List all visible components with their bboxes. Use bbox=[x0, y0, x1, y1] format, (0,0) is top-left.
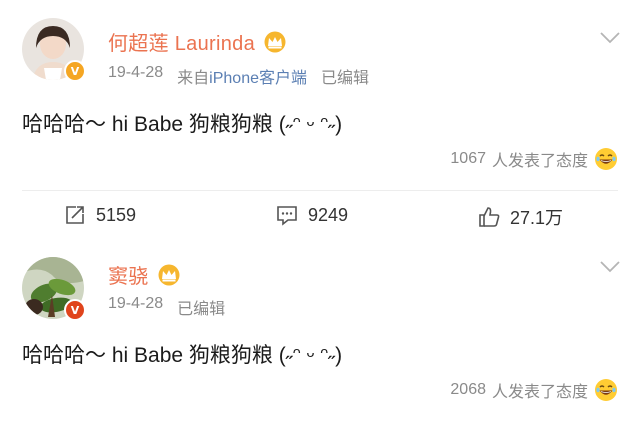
comment-count: 9249 bbox=[308, 204, 349, 225]
reaction-text: 人发表了态度 bbox=[491, 384, 588, 401]
crown-icon bbox=[264, 31, 286, 52]
user-name-row: 窦骁 bbox=[108, 260, 181, 289]
source-client-link[interactable]: iPhone客户端 bbox=[209, 70, 307, 87]
post-date: 19-4-28 bbox=[108, 295, 164, 312]
comment-button[interactable]: 9249 bbox=[276, 204, 348, 226]
post-source: 来自iPhone客户端 bbox=[177, 64, 307, 88]
weibo-post: V 何超莲 Laurinda 19-4-28 来自iPhone客户端 已编辑 哈… bbox=[0, 0, 640, 245]
comment-icon bbox=[277, 206, 297, 226]
username-link[interactable]: 窦骁 bbox=[108, 260, 149, 289]
reaction-summary[interactable]: 1067 人发表了态度 bbox=[450, 147, 618, 171]
reaction-text: 人发表了态度 bbox=[491, 153, 588, 170]
weibo-post: V 窦骁 19-4-28 已编辑 哈哈哈～ hi Babe 狗粮狗粮 (˶ᵔ ᵕ… bbox=[0, 245, 640, 423]
divider bbox=[22, 190, 618, 191]
repost-count: 5159 bbox=[96, 204, 137, 225]
laugh-emoji-icon bbox=[595, 379, 617, 401]
crown-icon bbox=[158, 264, 180, 285]
edited-label[interactable]: 已编辑 bbox=[177, 295, 225, 319]
post-meta: 19-4-28 已编辑 bbox=[108, 295, 225, 319]
reaction-count: 2068 bbox=[450, 381, 486, 398]
post-meta: 19-4-28 来自iPhone客户端 已编辑 bbox=[108, 64, 369, 88]
reaction-summary[interactable]: 2068 人发表了态度 bbox=[450, 378, 618, 402]
reaction-count: 1067 bbox=[450, 150, 486, 167]
repost-icon bbox=[66, 206, 84, 224]
verified-badge-icon: V bbox=[64, 60, 86, 82]
username-link[interactable]: 何超莲 Laurinda bbox=[108, 27, 255, 56]
post-date: 19-4-28 bbox=[108, 64, 164, 81]
like-count: 27.1万 bbox=[510, 208, 564, 228]
verified-badge-icon: V bbox=[64, 299, 86, 321]
laugh-emoji-icon bbox=[595, 148, 617, 170]
like-button[interactable]: 27.1万 bbox=[478, 204, 563, 230]
user-name-row: 何超莲 Laurinda bbox=[108, 27, 287, 56]
post-content: 哈哈哈～ hi Babe 狗粮狗粮 (˶ᵔ ᵕ ᵔ˶) bbox=[22, 344, 343, 367]
source-prefix: 来自 bbox=[177, 70, 210, 87]
like-icon bbox=[479, 207, 500, 227]
edited-label[interactable]: 已编辑 bbox=[321, 64, 369, 88]
chevron-down-icon[interactable] bbox=[600, 32, 620, 44]
chevron-down-icon[interactable] bbox=[600, 261, 620, 273]
post-content: 哈哈哈～ hi Babe 狗粮狗粮 (˶ᵔ ᵕ ᵔ˶) bbox=[22, 113, 343, 136]
action-bar: 5159 9249 27.1万 bbox=[0, 204, 640, 234]
avatar[interactable]: V bbox=[22, 257, 86, 321]
repost-button[interactable]: 5159 bbox=[64, 204, 136, 226]
avatar[interactable]: V bbox=[22, 18, 86, 82]
